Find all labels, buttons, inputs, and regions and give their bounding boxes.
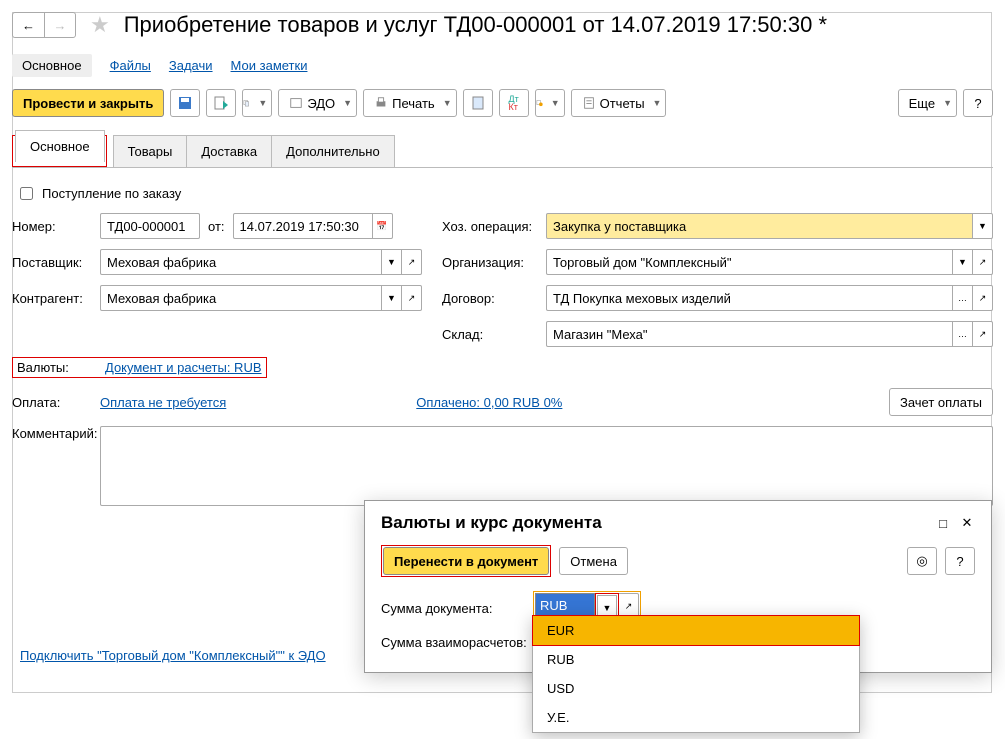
nav-back-button[interactable]: ← [12,12,44,38]
comment-field[interactable] [100,426,993,506]
paid-link[interactable]: Оплачено: 0,00 RUB 0% [416,395,562,410]
tab-delivery[interactable]: Доставка [186,135,272,167]
contract-label: Договор: [442,291,546,306]
org-open-button[interactable]: ↗ [973,249,993,275]
operation-field[interactable]: Закупка у поставщика [546,213,973,239]
edo-button[interactable]: ЭДО▼ [278,89,357,117]
by-order-checkbox[interactable] [20,187,33,200]
calendar-icon[interactable]: 📅 [373,213,393,239]
cancel-button[interactable]: Отмена [559,547,628,575]
dtkt-button[interactable]: ДтКт [499,89,529,117]
more-button[interactable]: Еще▼ [898,89,957,117]
dialog-title: Валюты и курс документа [381,513,602,533]
save-button[interactable] [170,89,200,117]
create-based-on-button[interactable]: ▼ [242,89,272,117]
supplier-open-button[interactable]: ↗ [402,249,422,275]
dialog-maximize-icon[interactable]: □ [935,515,951,531]
dialog-close-icon[interactable]: ✕ [959,515,975,531]
post-button[interactable] [206,89,236,117]
currency-option-usd[interactable]: USD [533,674,859,703]
connect-edo-link[interactable]: Подключить "Торговый дом "Комплексный"" … [20,648,326,663]
counterparty-label: Контрагент: [12,291,100,306]
contract-open-button[interactable]: ↗ [973,285,993,311]
warehouse-open-button[interactable]: ↗ [973,321,993,347]
comment-label: Комментарий: [12,426,100,441]
org-label: Организация: [442,255,546,270]
by-order-label: Поступление по заказу [42,186,181,201]
favorite-star-icon[interactable]: ★ [90,12,110,38]
section-main[interactable]: Основное [12,54,92,77]
nav-forward-button[interactable]: → [44,12,76,38]
files-button[interactable] [463,89,493,117]
warehouse-label: Склад: [442,327,546,342]
payment-label: Оплата: [12,395,100,410]
counterparty-open-button[interactable]: ↗ [402,285,422,311]
warehouse-more-button[interactable]: … [953,321,973,347]
print-button[interactable]: Печать▼ [363,89,457,117]
section-files[interactable]: Файлы [110,58,151,73]
number-label: Номер: [12,219,100,234]
currency-option-rub[interactable]: RUB [533,645,859,674]
date-field[interactable]: 14.07.2019 17:50:30 [233,213,373,239]
help-button[interactable]: ? [963,89,993,117]
section-tasks[interactable]: Задачи [169,58,213,73]
currency-dropdown-list: EUR RUB USD У.Е. [532,615,860,733]
structure-button[interactable]: ▼ [535,89,565,117]
currency-option-eur[interactable]: EUR [533,616,859,645]
offset-payment-button[interactable]: Зачет оплаты [889,388,993,416]
supplier-dropdown-button[interactable]: ▼ [382,249,402,275]
supplier-label: Поставщик: [12,255,100,270]
doc-sum-label: Сумма документа: [381,601,533,616]
dialog-help-button[interactable]: ? [945,547,975,575]
currency-option-ue[interactable]: У.Е. [533,703,859,732]
org-dropdown-button[interactable]: ▼ [953,249,973,275]
payment-link[interactable]: Оплата не требуется [100,395,226,410]
currency-label: Валюты: [17,360,105,375]
from-label: от: [208,219,225,234]
post-and-close-button[interactable]: Провести и закрыть [12,89,164,117]
doc-sum-currency-field[interactable]: RUB [535,593,595,617]
org-field[interactable]: Торговый дом "Комплексный" [546,249,953,275]
operation-label: Хоз. операция: [442,219,546,234]
contract-more-button[interactable]: … [953,285,973,311]
supplier-field[interactable]: Меховая фабрика [100,249,382,275]
contract-field[interactable]: ТД Покупка меховых изделий [546,285,953,311]
pin-button[interactable]: ◎ [907,547,937,575]
reports-button[interactable]: Отчеты▼ [571,89,667,117]
counterparty-dropdown-button[interactable]: ▼ [382,285,402,311]
tab-goods[interactable]: Товары [113,135,188,167]
section-notes[interactable]: Мои заметки [231,58,308,73]
counterparty-field[interactable]: Меховая фабрика [100,285,382,311]
operation-dropdown-button[interactable]: ▼ [973,213,993,239]
warehouse-field[interactable]: Магазин "Меха" [546,321,953,347]
number-field[interactable]: ТД00-000001 [100,213,200,239]
tab-extra[interactable]: Дополнительно [271,135,395,167]
settle-sum-label: Сумма взаиморасчетов: [381,635,533,650]
currency-link[interactable]: Документ и расчеты: RUB [105,360,262,375]
apply-to-document-button[interactable]: Перенести в документ [383,547,549,575]
page-title: Приобретение товаров и услуг ТД00-000001… [124,12,827,38]
tab-main[interactable]: Основное [15,130,105,162]
